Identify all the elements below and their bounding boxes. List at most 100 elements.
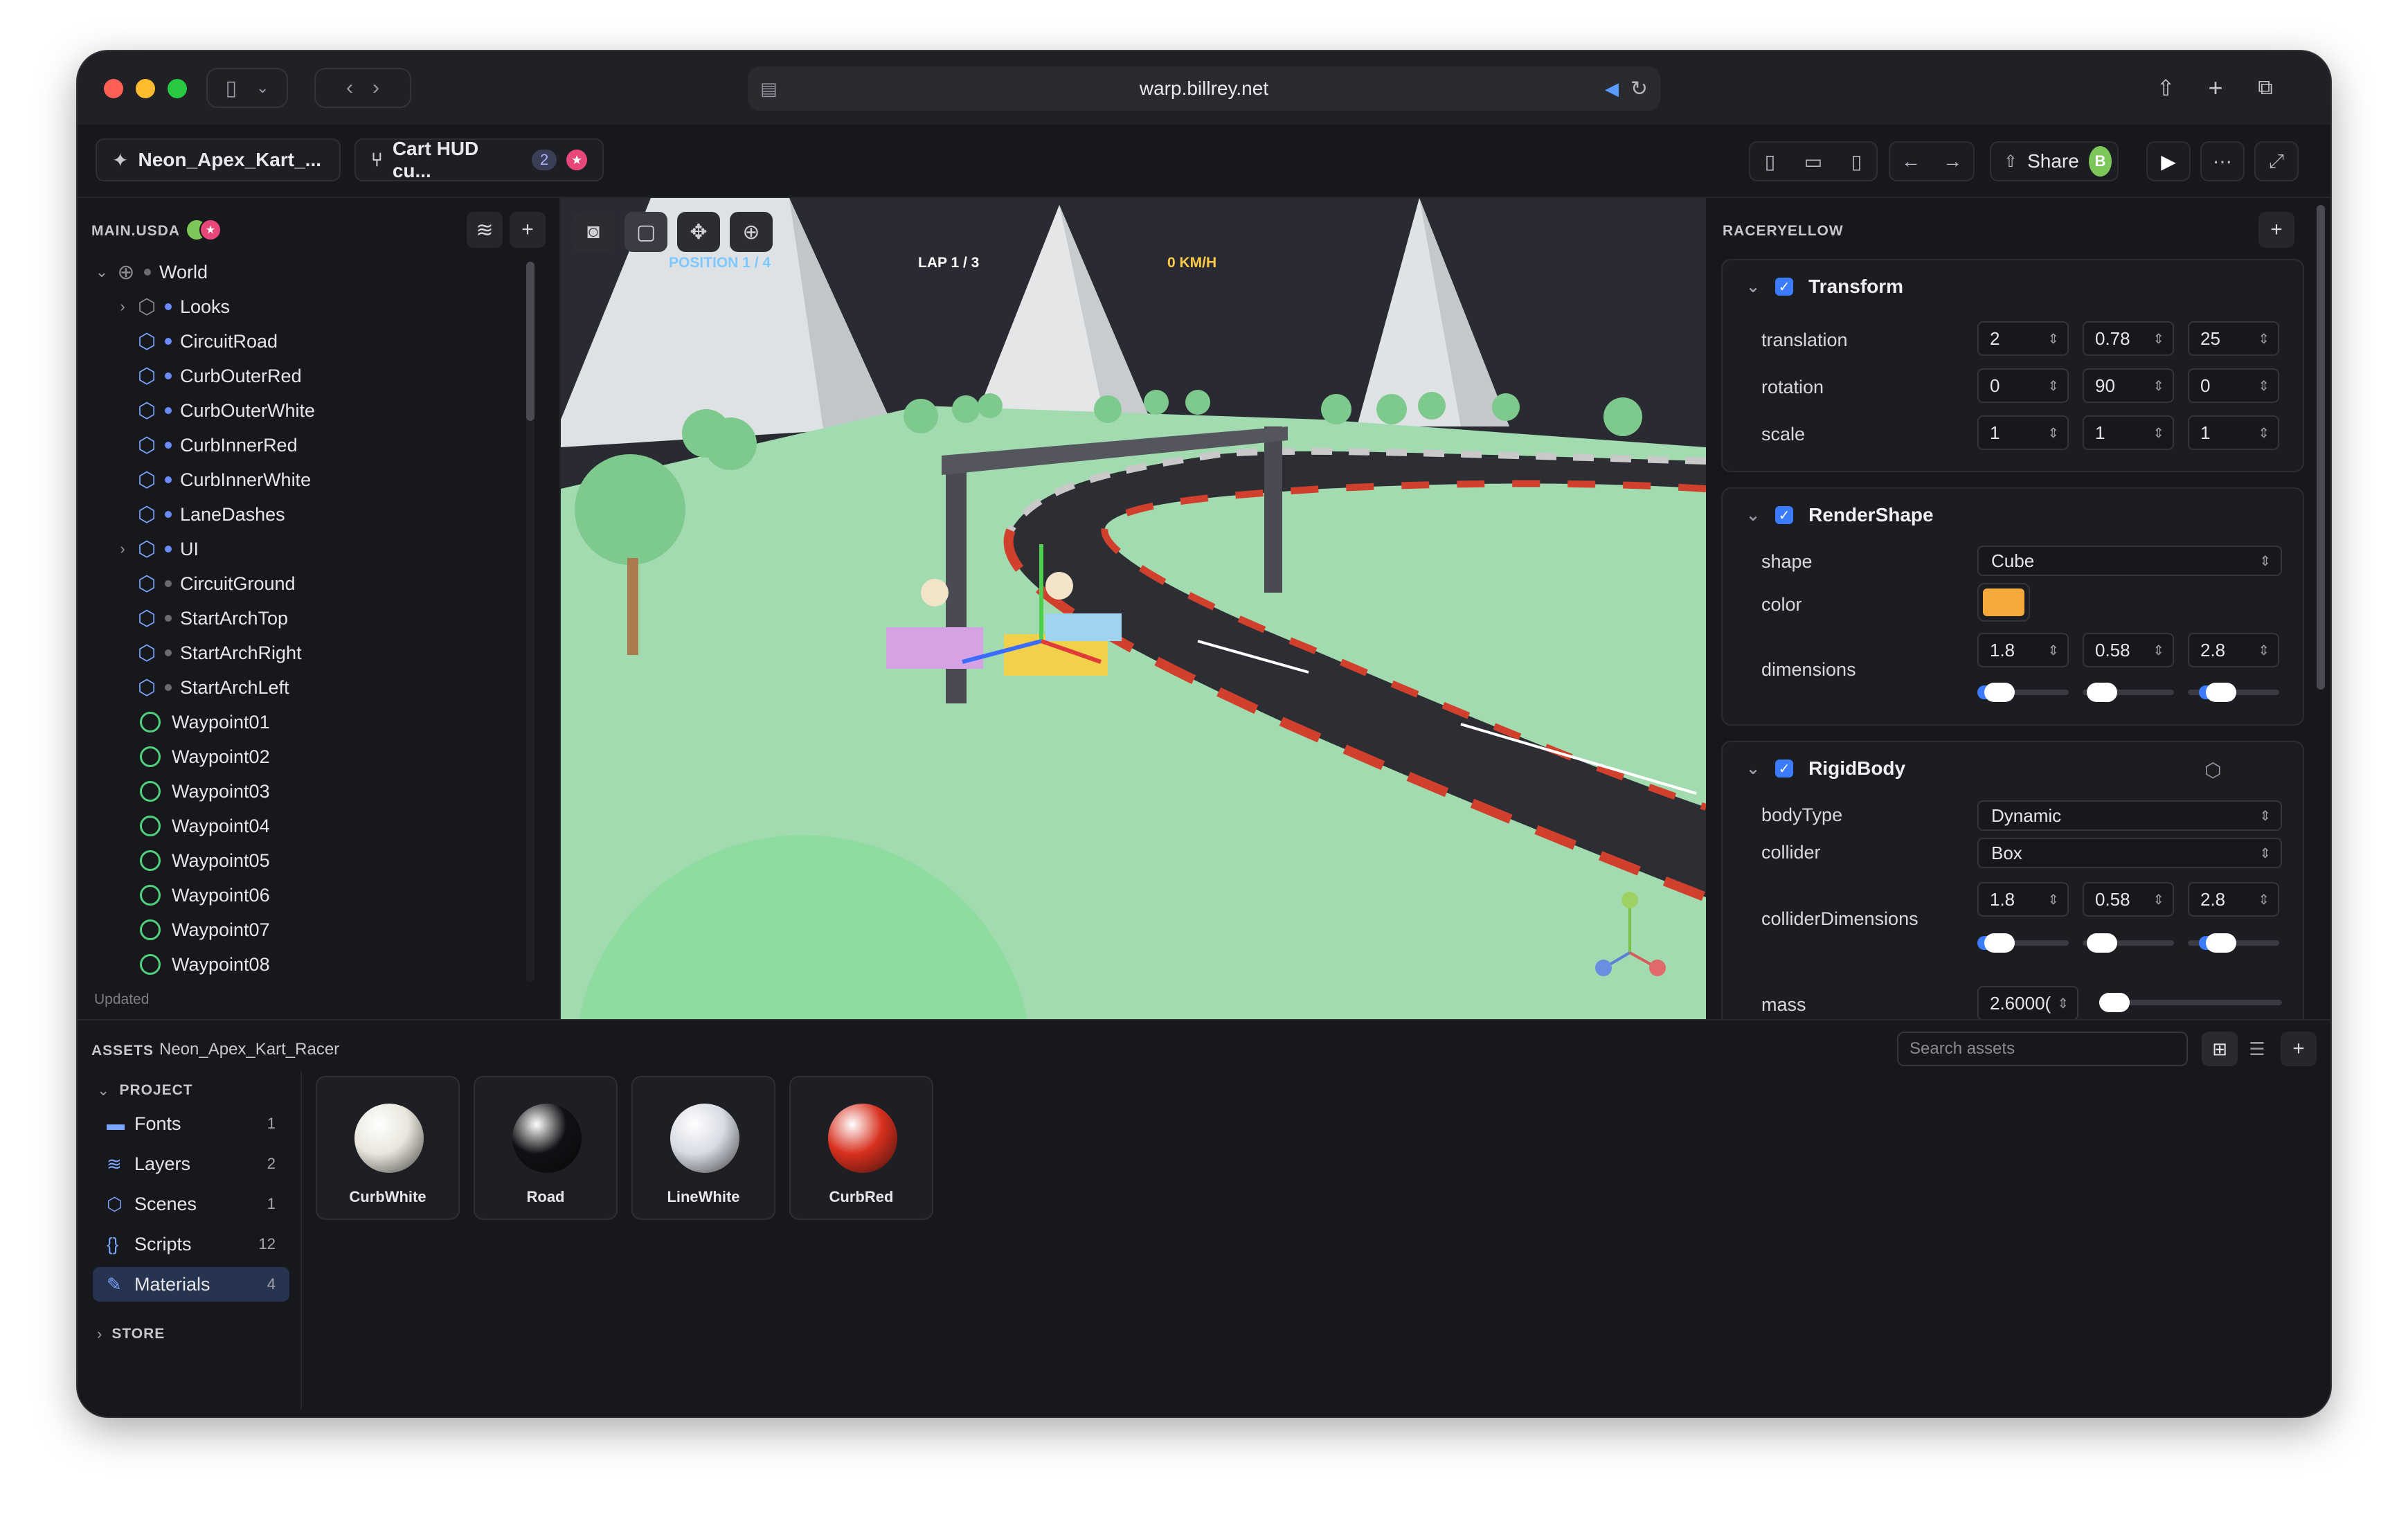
physics-icon[interactable]: ⬡ <box>2204 759 2221 782</box>
translation-x-field[interactable]: 2 ⇕ <box>1977 321 2069 356</box>
tree-item[interactable]: ⬡ LaneDashes <box>133 497 285 532</box>
add-prim-button[interactable]: + <box>510 212 546 248</box>
asset-category-materials[interactable]: ✎ Materials 4 <box>93 1267 289 1302</box>
tree-item[interactable]: ⬡ CircuitGround <box>133 566 296 601</box>
dimension-y-field[interactable]: 0.58 ⇕ <box>2083 633 2174 667</box>
tree-item[interactable]: ⬡ StartArchLeft <box>133 670 289 705</box>
tree-item[interactable]: ⬡ StartArchRight <box>133 636 302 670</box>
chevron-down-icon[interactable]: ⌄ <box>1746 505 1760 525</box>
slider-knob[interactable] <box>2206 683 2236 702</box>
asset-category-layers[interactable]: ≋ Layers 2 <box>93 1147 289 1181</box>
render-shape-enabled-checkbox[interactable]: ✓ <box>1775 506 1794 524</box>
stepper-icon[interactable]: ⇕ <box>2047 377 2059 395</box>
collider-z-slider[interactable] <box>2188 933 2279 953</box>
comment-button[interactable]: ▢ <box>625 212 667 252</box>
address-bar[interactable]: ▤ warp.billrey.net ◀︎ ↻ <box>748 66 1660 111</box>
stepper-icon[interactable]: ⇕ <box>2153 424 2164 442</box>
tree-scrollbar[interactable] <box>526 262 534 982</box>
reload-icon[interactable]: ↻ <box>1630 77 1648 101</box>
play-button[interactable]: ▶ <box>2146 141 2191 181</box>
asset-category-scenes[interactable]: ⬡ Scenes 1 <box>93 1187 289 1221</box>
scrollbar-thumb[interactable] <box>526 262 534 421</box>
more-options-button[interactable]: ⋯ <box>2200 141 2245 181</box>
material-tile[interactable]: Road <box>474 1076 618 1220</box>
slider-knob[interactable] <box>2087 933 2117 953</box>
collider-select[interactable]: Box ⇕ <box>1977 838 2282 868</box>
fullscreen-button[interactable]: ⤢ <box>2254 141 2299 181</box>
tree-item[interactable]: Waypoint08 <box>137 947 270 982</box>
rotation-x-field[interactable]: 0 ⇕ <box>1977 368 2069 403</box>
tree-item-ui[interactable]: › ⬡ UI <box>112 532 199 566</box>
chevron-down-icon[interactable]: ⌄ <box>1746 277 1760 297</box>
stepper-icon[interactable]: ⇕ <box>2047 424 2059 442</box>
grid-view-button[interactable]: ⊞ <box>2202 1032 2238 1066</box>
stepper-icon[interactable]: ⇕ <box>2047 330 2059 348</box>
back-button[interactable]: ‹ <box>346 76 353 100</box>
sidebar-toggle-button[interactable]: ▯ ⌄ <box>206 68 288 108</box>
mass-slider[interactable] <box>2099 993 2282 1012</box>
minimize-window-button[interactable] <box>136 79 155 98</box>
tree-item[interactable]: ⬡ CurbOuterRed <box>133 359 302 393</box>
share-button[interactable]: ⇧ Share B <box>1990 141 2119 181</box>
tree-item-looks[interactable]: › ⬡ Looks <box>112 289 230 324</box>
inspector-scrollbar[interactable] <box>2317 205 2325 690</box>
stepper-icon[interactable]: ⇕ <box>2258 891 2270 908</box>
mass-field[interactable]: 2.6000(⇕ <box>1977 986 2078 1019</box>
move-tool-button[interactable]: ✥ <box>677 212 720 252</box>
list-view-button[interactable]: ☰ <box>2239 1032 2275 1066</box>
camera-button[interactable]: ◙ <box>572 212 615 252</box>
tab-project[interactable]: ✦ Neon_Apex_Kart_... <box>96 138 341 181</box>
redo-icon[interactable]: → <box>1943 150 1962 172</box>
rigid-body-enabled-checkbox[interactable]: ✓ <box>1775 760 1794 778</box>
rotation-z-field[interactable]: 0 ⇕ <box>2188 368 2279 403</box>
dimension-z-slider[interactable] <box>2188 683 2279 702</box>
tree-item[interactable]: Waypoint05 <box>137 843 270 878</box>
translation-y-field[interactable]: 0.78 ⇕ <box>2083 321 2174 356</box>
material-tile[interactable]: CurbRed <box>789 1076 933 1220</box>
chevron-right-icon[interactable]: › <box>112 540 133 558</box>
rotation-y-field[interactable]: 90 ⇕ <box>2083 368 2174 403</box>
stepper-icon[interactable]: ⇕ <box>2057 995 2069 1012</box>
stepper-icon[interactable]: ⇕ <box>2047 891 2059 908</box>
tree-item[interactable]: Waypoint07 <box>137 913 270 947</box>
collider-x-slider[interactable] <box>1977 933 2069 953</box>
rigid-body-header[interactable]: ⌄ ✓ RigidBody <box>1746 757 1905 780</box>
scale-x-field[interactable]: 1 ⇕ <box>1977 415 2069 450</box>
collider-y-slider[interactable] <box>2083 933 2174 953</box>
left-panel-icon[interactable]: ▯ <box>1765 150 1775 173</box>
tree-item[interactable]: Waypoint03 <box>137 774 270 809</box>
asset-category-fonts[interactable]: ▬ Fonts 1 <box>93 1106 289 1141</box>
close-window-button[interactable] <box>104 79 123 98</box>
tree-item[interactable]: Waypoint04 <box>137 809 270 843</box>
audio-icon[interactable]: ◀︎ <box>1605 78 1619 100</box>
stepper-icon[interactable]: ⇕ <box>2153 330 2164 348</box>
slider-knob[interactable] <box>2206 933 2236 953</box>
stepper-icon[interactable]: ⇕ <box>2258 330 2270 348</box>
stepper-icon[interactable]: ⇕ <box>2153 642 2164 659</box>
tree-item[interactable]: Waypoint06 <box>137 878 270 913</box>
color-swatch[interactable] <box>1977 583 2030 622</box>
chevron-down-icon[interactable]: ⌄ <box>91 263 112 281</box>
stepper-icon[interactable]: ⇕ <box>2258 642 2270 659</box>
collider-x-field[interactable]: 1.8 ⇕ <box>1977 882 2069 917</box>
search-assets-input[interactable]: Search assets <box>1897 1032 2188 1066</box>
world-space-button[interactable]: ⊕ <box>730 212 773 252</box>
dimension-z-field[interactable]: 2.8 ⇕ <box>2188 633 2279 667</box>
zoom-window-button[interactable] <box>168 79 187 98</box>
tree-item[interactable]: ⬡ CircuitRoad <box>133 324 278 359</box>
stepper-icon[interactable]: ⇕ <box>2258 424 2270 442</box>
material-tile[interactable]: CurbWhite <box>316 1076 460 1220</box>
shape-select[interactable]: Cube ⇕ <box>1977 546 2282 576</box>
collider-y-field[interactable]: 0.58 ⇕ <box>2083 882 2174 917</box>
transform-header[interactable]: ⌄ ✓ Transform <box>1746 276 1903 298</box>
body-type-select[interactable]: Dynamic ⇕ <box>1977 800 2282 831</box>
add-component-button[interactable]: + <box>2258 212 2294 248</box>
stepper-icon[interactable]: ⇕ <box>2258 377 2270 395</box>
asset-category-scripts[interactable]: {} Scripts 12 <box>93 1227 289 1261</box>
tree-item[interactable]: Waypoint02 <box>137 739 270 774</box>
collider-z-field[interactable]: 2.8 ⇕ <box>2188 882 2279 917</box>
chevron-down-icon[interactable]: ⌄ <box>1746 759 1760 779</box>
3d-viewport[interactable]: ◙ ▢ ✥ ⊕ POSITION 1 / 4 LAP 1 / 3 0 KM/H <box>561 198 1706 1019</box>
dimension-x-slider[interactable] <box>1977 683 2069 702</box>
tree-item-world[interactable]: ⌄ ⊕ World <box>91 255 208 289</box>
